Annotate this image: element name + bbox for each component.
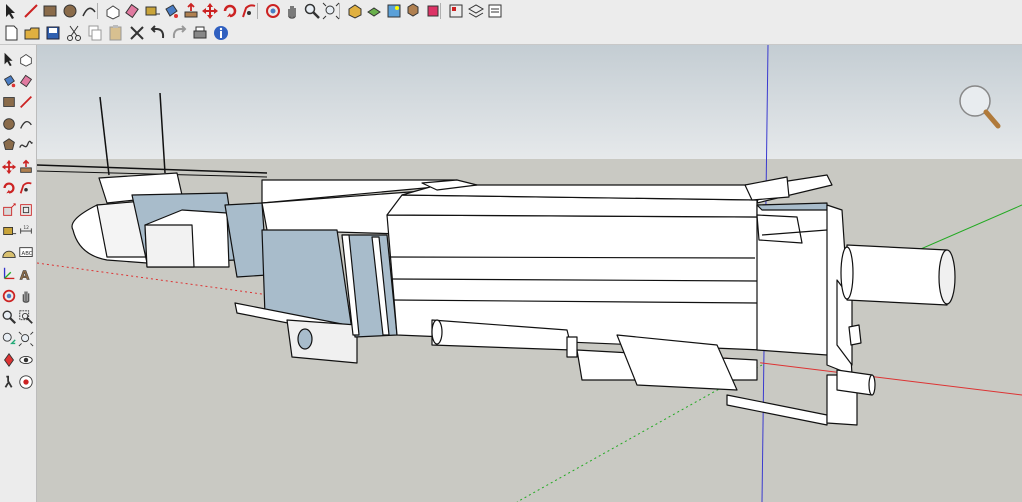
tape-measure-icon[interactable] bbox=[1, 223, 17, 239]
orbit-icon[interactable] bbox=[1, 288, 17, 304]
orbit-icon[interactable] bbox=[264, 2, 282, 20]
section-plane-icon[interactable] bbox=[18, 374, 34, 390]
pencil-line-icon[interactable] bbox=[22, 2, 40, 20]
toolbar-separator bbox=[96, 3, 98, 19]
circle-icon[interactable] bbox=[1, 116, 17, 132]
circle-icon[interactable] bbox=[61, 2, 79, 20]
text-icon[interactable]: ABC bbox=[18, 245, 34, 261]
styles-icon[interactable] bbox=[447, 2, 465, 20]
extension-warehouse-icon[interactable] bbox=[424, 2, 442, 20]
3d-warehouse-icon[interactable] bbox=[346, 2, 364, 20]
position-camera-icon[interactable] bbox=[1, 352, 17, 368]
walk-icon[interactable] bbox=[1, 374, 17, 390]
toolbar-separator bbox=[256, 3, 258, 19]
eraser-icon[interactable] bbox=[18, 73, 34, 89]
offset-icon[interactable] bbox=[18, 202, 34, 218]
svg-text:12: 12 bbox=[23, 225, 29, 231]
print-icon[interactable] bbox=[191, 24, 209, 42]
get-models-icon[interactable] bbox=[404, 2, 422, 20]
push-pull-icon[interactable] bbox=[18, 159, 34, 175]
zoom-extents-icon[interactable] bbox=[18, 331, 34, 347]
make-component-icon[interactable] bbox=[18, 51, 34, 67]
large-tool-set-toolbar: 12 ABC A bbox=[0, 45, 37, 502]
select-icon[interactable] bbox=[2, 2, 20, 20]
rectangle-icon[interactable] bbox=[1, 94, 17, 110]
zoom-icon[interactable] bbox=[1, 309, 17, 325]
arc-icon[interactable] bbox=[80, 2, 98, 20]
save-icon[interactable] bbox=[44, 24, 62, 42]
zoom-window-icon[interactable] bbox=[18, 309, 34, 325]
eraser-icon[interactable] bbox=[123, 2, 141, 20]
redo-icon[interactable] bbox=[170, 24, 188, 42]
zoom-extents-icon[interactable] bbox=[322, 2, 340, 20]
toolbar-separator bbox=[338, 3, 340, 19]
layers-icon[interactable] bbox=[467, 2, 485, 20]
rotate-icon[interactable] bbox=[221, 2, 239, 20]
model-viewport[interactable] bbox=[37, 45, 1022, 502]
freehand-icon[interactable] bbox=[18, 137, 34, 153]
polygon-icon[interactable] bbox=[1, 137, 17, 153]
paint-bucket-icon[interactable] bbox=[162, 2, 180, 20]
tape-measure-icon[interactable] bbox=[143, 2, 161, 20]
svg-text:A: A bbox=[20, 267, 30, 282]
scale-icon[interactable] bbox=[1, 202, 17, 218]
axes-icon[interactable] bbox=[1, 266, 17, 282]
outliner-icon[interactable] bbox=[486, 2, 504, 20]
cut-icon[interactable] bbox=[65, 24, 83, 42]
move-icon[interactable] bbox=[201, 2, 219, 20]
standard-toolbar bbox=[0, 22, 1022, 45]
move-icon[interactable] bbox=[1, 159, 17, 175]
push-pull-icon[interactable] bbox=[182, 2, 200, 20]
look-around-icon[interactable] bbox=[18, 352, 34, 368]
3d-text-icon[interactable]: A bbox=[18, 266, 34, 282]
protractor-icon[interactable] bbox=[1, 245, 17, 261]
paste-icon[interactable] bbox=[107, 24, 125, 42]
sky bbox=[37, 45, 1022, 159]
previous-view-icon[interactable] bbox=[1, 331, 17, 347]
undo-icon[interactable] bbox=[149, 24, 167, 42]
copy-icon[interactable] bbox=[86, 24, 104, 42]
photo-textures-icon[interactable] bbox=[385, 2, 403, 20]
arc-icon[interactable] bbox=[18, 116, 34, 132]
make-component-icon[interactable] bbox=[104, 2, 122, 20]
paint-bucket-icon[interactable] bbox=[1, 73, 17, 89]
delete-icon[interactable] bbox=[128, 24, 146, 42]
zoom-icon[interactable] bbox=[303, 2, 321, 20]
scene-canvas bbox=[37, 45, 1022, 502]
rectangle-icon[interactable] bbox=[41, 2, 59, 20]
pan-icon[interactable] bbox=[18, 288, 34, 304]
follow-me-icon[interactable] bbox=[240, 2, 258, 20]
open-file-icon[interactable] bbox=[23, 24, 41, 42]
toolbar-separator bbox=[440, 3, 441, 19]
new-file-icon[interactable] bbox=[2, 24, 20, 42]
dimension-icon[interactable]: 12 bbox=[18, 223, 34, 239]
select-icon[interactable] bbox=[1, 51, 17, 67]
main-toolbar bbox=[0, 0, 1022, 22]
line-icon[interactable] bbox=[18, 94, 34, 110]
rotate-icon[interactable] bbox=[1, 180, 17, 196]
share-model-icon[interactable] bbox=[365, 2, 383, 20]
model-info-icon[interactable] bbox=[212, 24, 230, 42]
svg-text:ABC: ABC bbox=[22, 250, 33, 256]
follow-me-icon[interactable] bbox=[18, 180, 34, 196]
pan-icon[interactable] bbox=[283, 2, 301, 20]
